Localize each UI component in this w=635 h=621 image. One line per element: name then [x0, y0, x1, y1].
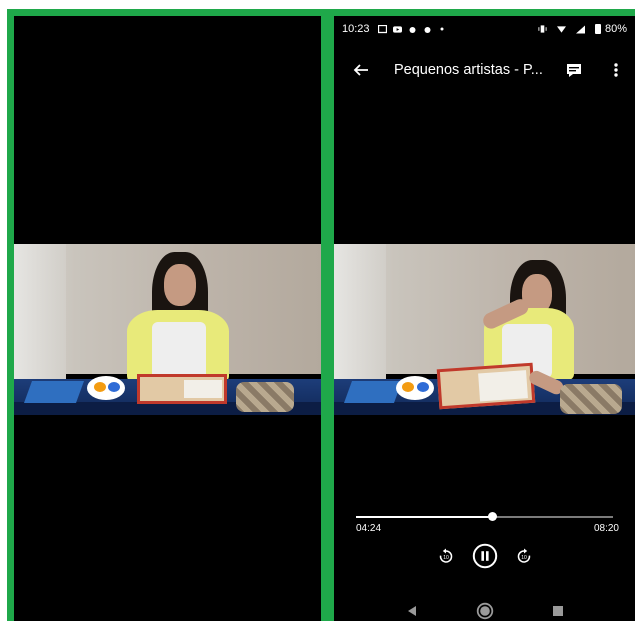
left-video-frame: [7, 9, 328, 621]
seek-knob[interactable]: [487, 512, 497, 521]
svg-text:10: 10: [443, 555, 449, 561]
orange-paint: [94, 382, 106, 392]
seek-progress: [356, 516, 492, 518]
person-vest: [152, 322, 206, 380]
dot-icon: [438, 25, 447, 34]
signal-icon: [575, 24, 585, 34]
playback-controls: 10 10: [334, 543, 635, 569]
nav-home-icon[interactable]: [476, 602, 494, 621]
video-frame-left[interactable]: [14, 244, 321, 415]
total-time: 08:20: [593, 523, 619, 534]
blue-paint: [417, 382, 429, 392]
nav-back-icon[interactable]: [406, 604, 418, 621]
blue-paint: [108, 382, 120, 392]
scene-wall-left: [14, 244, 66, 384]
forward-10-icon[interactable]: 10: [516, 548, 532, 564]
pause-icon[interactable]: [472, 543, 498, 569]
paint-tray: [436, 362, 536, 410]
status-bar: 10:23 80%: [334, 16, 635, 42]
paint-tray: [137, 374, 227, 404]
scene-wall-left: [334, 244, 386, 384]
right-video-player: 10:23 80% Pequenos artistas - P... 04:24…: [327, 9, 635, 621]
notification-icon: [423, 25, 432, 34]
more-vert-icon[interactable]: [601, 55, 631, 85]
message-icon: [377, 24, 387, 34]
cardboard-pieces: [236, 382, 294, 412]
video-frame-right[interactable]: [334, 244, 635, 415]
back-arrow-icon[interactable]: [346, 55, 376, 85]
nav-recents-icon[interactable]: [552, 604, 564, 621]
vibrate-icon: [538, 25, 547, 34]
blue-card: [23, 381, 85, 403]
svg-text:10: 10: [521, 555, 527, 561]
wifi-icon: [556, 25, 566, 34]
subtitles-icon[interactable]: [559, 55, 589, 85]
notification-icon: [408, 25, 417, 34]
blue-card: [343, 381, 403, 403]
battery-icon: [594, 24, 601, 34]
status-time: 10:23: [342, 23, 370, 35]
youtube-icon: [392, 25, 402, 34]
orange-paint: [402, 382, 414, 392]
person-face: [164, 264, 196, 306]
video-title: Pequenos artistas - P...: [394, 62, 543, 78]
seek-bar[interactable]: [356, 512, 613, 521]
app-bar: Pequenos artistas - P...: [334, 52, 635, 88]
rewind-10-icon[interactable]: 10: [438, 548, 454, 564]
cardboard-pieces: [560, 384, 622, 414]
current-time: 04:24: [356, 523, 382, 534]
battery-percent: 80%: [604, 23, 627, 35]
nav-bar: [334, 598, 635, 621]
